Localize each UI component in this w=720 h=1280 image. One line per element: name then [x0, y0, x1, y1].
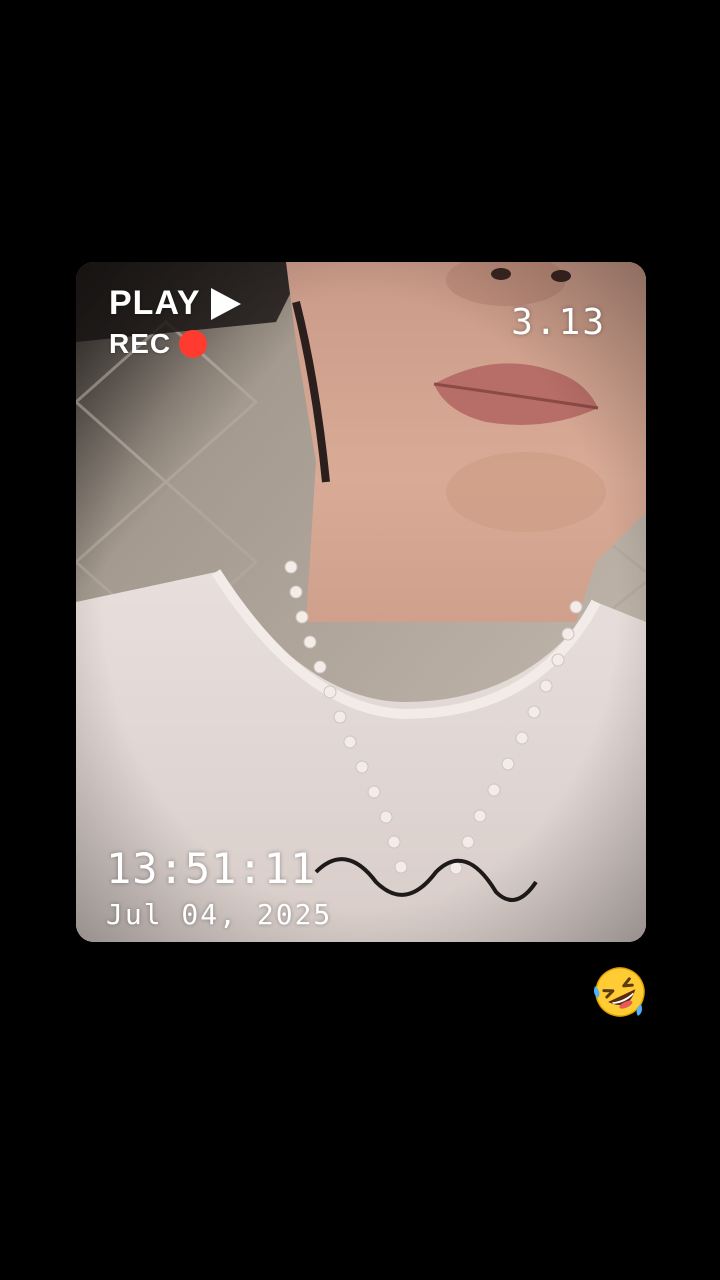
- play-indicator: PLAY: [109, 284, 241, 323]
- rolling-on-floor-laughing-emoji-icon[interactable]: [592, 964, 648, 1020]
- timestamp-time: 13:51:11: [106, 844, 317, 893]
- rec-label: REC: [109, 328, 172, 359]
- tape-counter: 3.13: [511, 302, 606, 343]
- story-screen: PLAY REC 3.13 13:51:11 Jul 04, 2025: [0, 0, 720, 1280]
- selfie-photo: [76, 262, 646, 942]
- rec-indicator: REC: [109, 328, 208, 360]
- record-dot-icon: [179, 330, 208, 358]
- photo-frame[interactable]: PLAY REC 3.13 13:51:11 Jul 04, 2025: [76, 262, 646, 942]
- timestamp-date: Jul 04, 2025: [106, 898, 333, 931]
- play-label: PLAY: [109, 284, 201, 322]
- play-icon: [210, 287, 241, 320]
- emoji-face-graphic: [594, 967, 645, 1017]
